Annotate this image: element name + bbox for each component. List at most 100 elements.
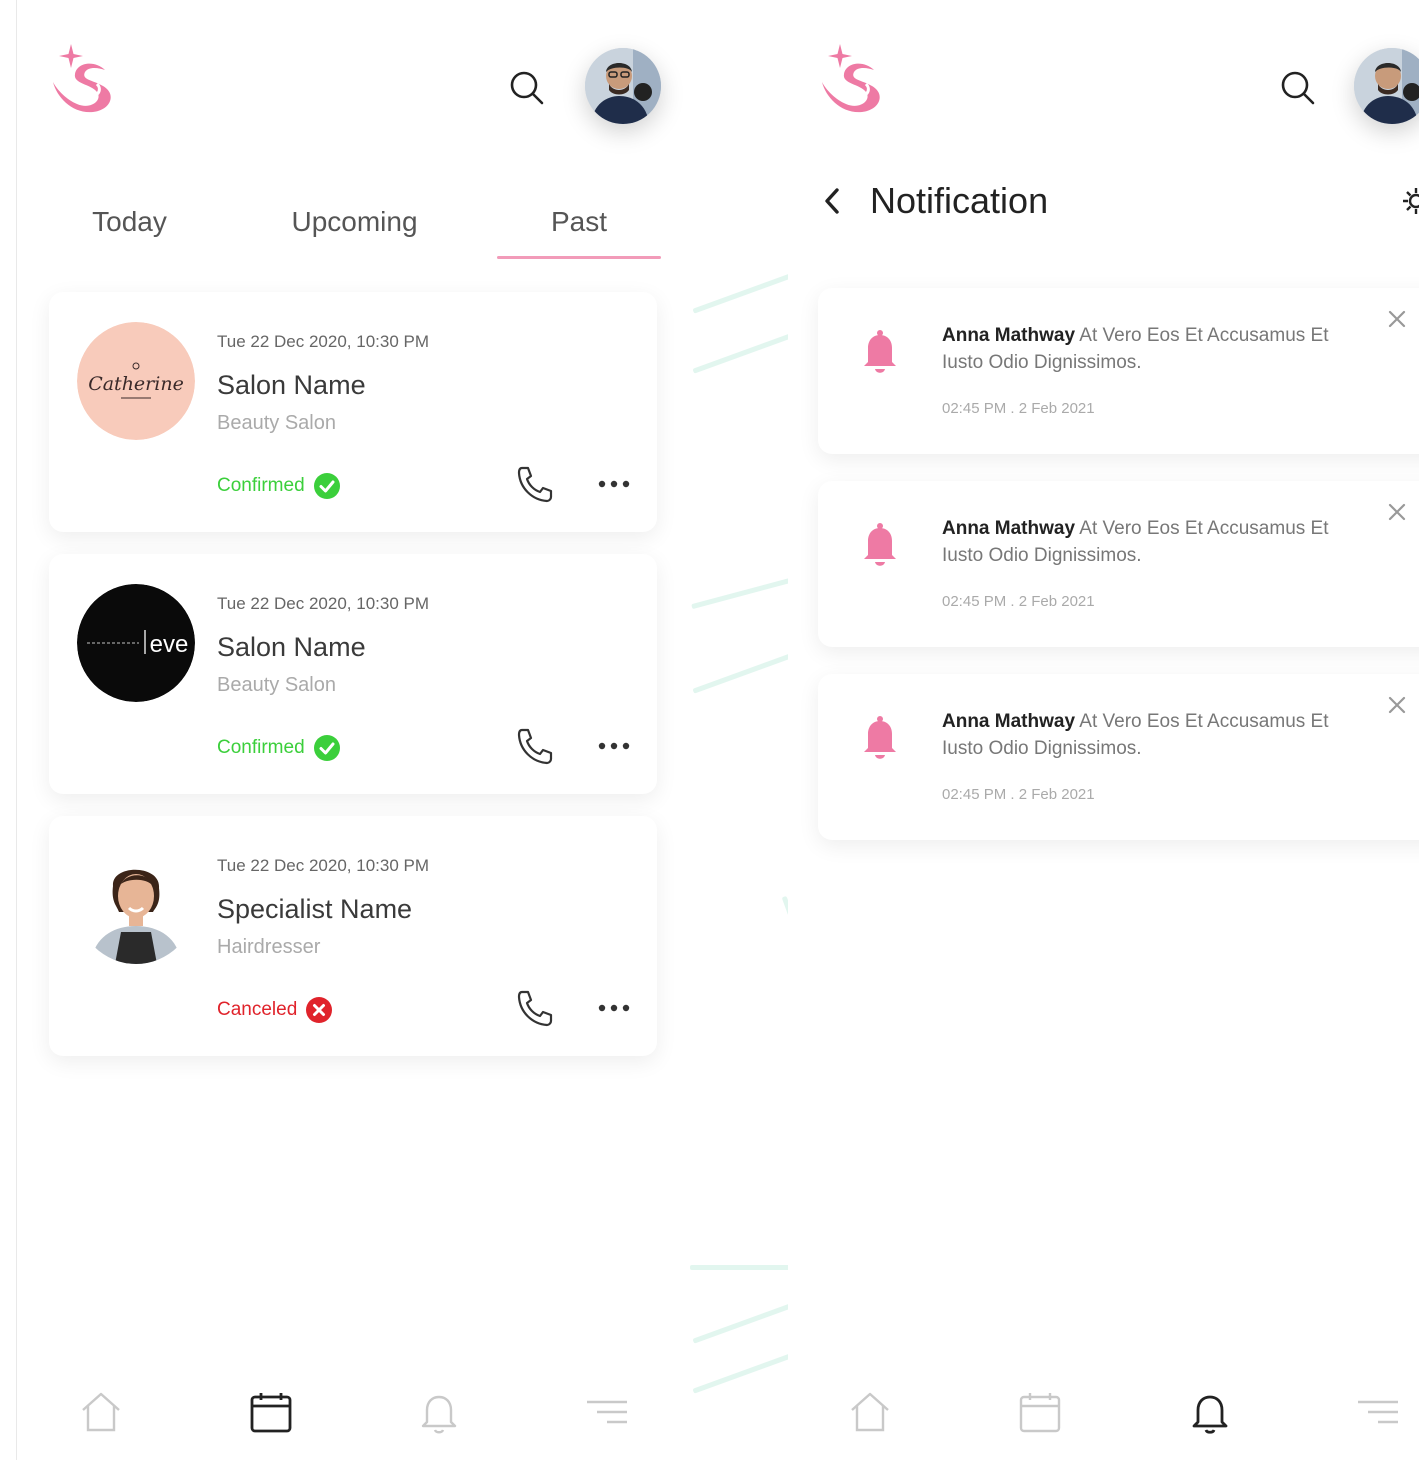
home-icon (82, 1392, 120, 1432)
calendar-icon (250, 1393, 292, 1433)
notification-message: Anna Mathway At Vero Eos Et Accusamus Et… (942, 708, 1342, 762)
back-button[interactable] (818, 184, 848, 218)
nav-home[interactable] (846, 1388, 894, 1436)
background-decoration (692, 1351, 798, 1394)
appointment-datetime: Tue 22 Dec 2020, 10:30 PM (217, 594, 430, 613)
background-decoration (692, 331, 798, 374)
calendar-icon (1019, 1393, 1061, 1433)
call-button[interactable] (514, 464, 558, 504)
background-decoration (692, 271, 798, 314)
appointment-card[interactable]: Tue 22 Dec 2020, 10:30 PM Specialist Nam… (49, 816, 657, 1056)
notification-sender: Anna Mathway (942, 325, 1076, 346)
appointment-card[interactable]: eve Tue 22 Dec 2020, 10:30 PM Salon Name… (49, 554, 657, 794)
nav-notifications[interactable] (1186, 1388, 1234, 1436)
active-tab-indicator (497, 256, 661, 259)
salon-logo: eve (77, 584, 195, 702)
salon-type: Beauty Salon (217, 674, 336, 696)
specialist-name: Specialist Name (217, 894, 413, 924)
dismiss-notification-button[interactable] (1384, 499, 1410, 525)
svg-text:Catherine: Catherine (88, 373, 184, 395)
nav-home[interactable] (77, 1388, 125, 1436)
bell-icon (864, 716, 896, 759)
more-options-button[interactable] (594, 998, 634, 1018)
notification-card[interactable]: Anna Mathway At Vero Eos Et Accusamus Et… (818, 481, 1419, 647)
salon-type: Beauty Salon (217, 412, 336, 434)
notifications-screen: Notification Anna Mathway At Vero Eos Et… (788, 0, 1419, 1460)
notification-sender: Anna Mathway (942, 711, 1076, 732)
appointment-datetime: Tue 22 Dec 2020, 10:30 PM (217, 332, 430, 351)
appointments-screen: Today Upcoming Past Catherine Tue 22 Dec… (16, 0, 688, 1460)
x-circle-icon (306, 997, 333, 1023)
gear-icon (1403, 188, 1419, 214)
tab-upcoming[interactable]: Upcoming (262, 206, 447, 238)
dismiss-notification-button[interactable] (1384, 692, 1410, 718)
bottom-navigation (17, 1380, 688, 1450)
bottom-navigation (788, 1380, 1419, 1450)
notification-settings-button[interactable] (1401, 186, 1419, 216)
notification-message: Anna Mathway At Vero Eos Et Accusamus Et… (942, 515, 1342, 569)
svg-text:eve: eve (150, 631, 189, 658)
phone-icon (517, 990, 553, 1027)
user-avatar[interactable] (585, 48, 661, 124)
search-button[interactable] (507, 68, 547, 108)
salon-name: Salon Name (217, 632, 366, 662)
notification-time: 02:45 PM . 2 Feb 2021 (942, 593, 1095, 610)
close-icon (1388, 503, 1406, 521)
menu-icon (1358, 1400, 1398, 1424)
appointment-card[interactable]: Catherine Tue 22 Dec 2020, 10:30 PM Salo… (49, 292, 657, 532)
tab-past[interactable]: Past (497, 206, 661, 238)
bell-icon (1192, 1395, 1228, 1434)
search-icon (510, 71, 544, 105)
bell-icon (864, 330, 896, 373)
background-decoration (690, 1265, 790, 1270)
notification-card[interactable]: Anna Mathway At Vero Eos Et Accusamus Et… (818, 674, 1419, 840)
more-dots-icon (598, 1004, 630, 1012)
home-icon (851, 1392, 889, 1432)
check-circle-icon (313, 735, 340, 761)
check-circle-icon (313, 473, 340, 499)
status-label: Canceled (217, 999, 298, 1020)
notification-time: 02:45 PM . 2 Feb 2021 (942, 400, 1095, 417)
call-button[interactable] (514, 726, 558, 766)
status-badge: Confirmed (217, 472, 341, 500)
status-label: Confirmed (217, 737, 305, 758)
status-badge: Canceled (217, 996, 333, 1024)
nav-menu[interactable] (583, 1388, 631, 1436)
brand-logo (47, 40, 119, 116)
tab-today[interactable]: Today (47, 206, 212, 238)
notification-time: 02:45 PM . 2 Feb 2021 (942, 786, 1095, 803)
close-icon (1388, 310, 1406, 328)
status-label: Confirmed (217, 475, 305, 496)
dismiss-notification-button[interactable] (1384, 306, 1410, 332)
chevron-left-icon (825, 188, 839, 214)
background-decoration (691, 575, 799, 610)
close-icon (1388, 696, 1406, 714)
bell-icon (421, 1395, 457, 1434)
nav-menu[interactable] (1354, 1388, 1402, 1436)
more-options-button[interactable] (594, 736, 634, 756)
search-icon (1281, 71, 1315, 105)
phone-icon (517, 728, 553, 765)
call-button[interactable] (514, 988, 558, 1028)
brand-logo (816, 40, 888, 116)
appointment-tabs: Today Upcoming Past (47, 190, 661, 260)
nav-calendar[interactable] (1016, 1388, 1064, 1436)
specialist-photo (77, 846, 195, 964)
nav-notifications[interactable] (415, 1388, 463, 1436)
notification-sender: Anna Mathway (942, 518, 1076, 539)
appointment-datetime: Tue 22 Dec 2020, 10:30 PM (217, 856, 430, 875)
specialist-role: Hairdresser (217, 936, 321, 958)
salon-logo: Catherine (77, 322, 195, 440)
page-title: Notification (870, 180, 1049, 221)
more-dots-icon (598, 480, 630, 488)
bell-icon (864, 523, 896, 566)
menu-icon (587, 1400, 627, 1424)
background-decoration (692, 1301, 798, 1344)
user-avatar[interactable] (1354, 48, 1419, 124)
phone-icon (517, 466, 553, 503)
search-button[interactable] (1278, 68, 1318, 108)
notification-card[interactable]: Anna Mathway At Vero Eos Et Accusamus Et… (818, 288, 1419, 454)
nav-calendar[interactable] (247, 1388, 295, 1436)
more-options-button[interactable] (594, 474, 634, 494)
status-badge: Confirmed (217, 734, 341, 762)
